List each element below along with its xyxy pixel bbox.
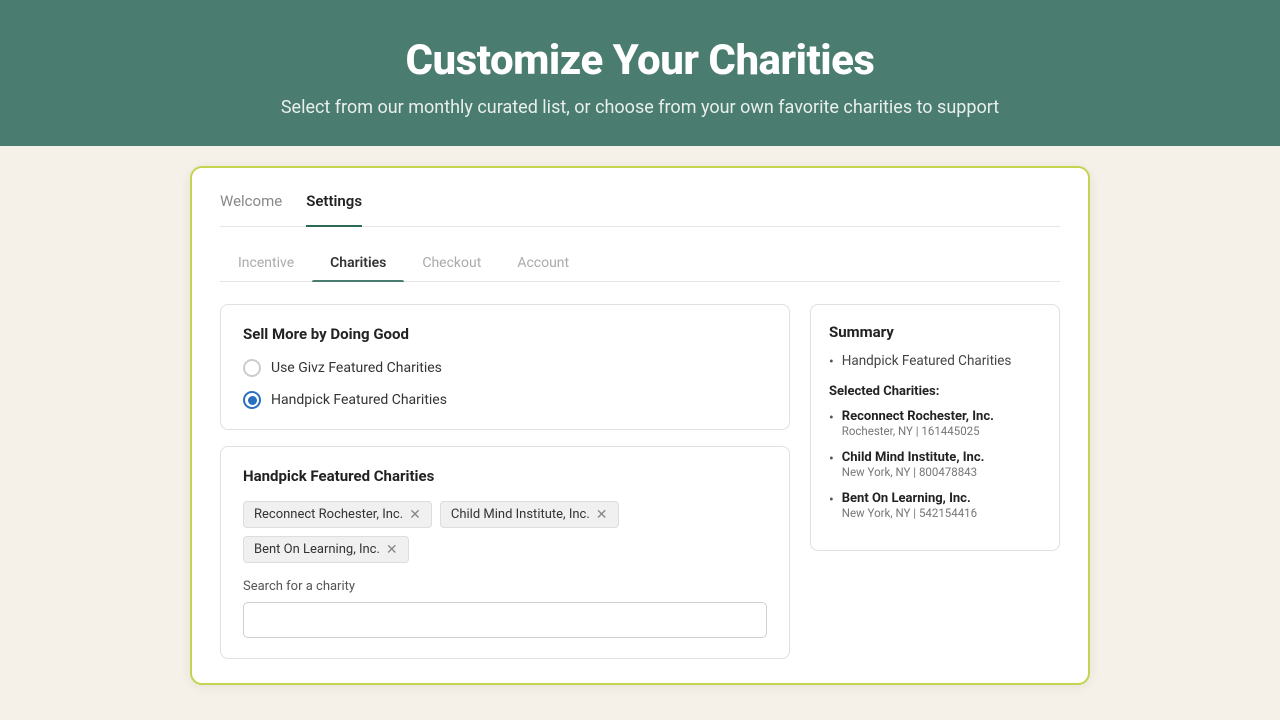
tag-close-child-mind[interactable]: ✕ [596, 508, 608, 522]
search-input[interactable] [243, 602, 767, 638]
tab-account[interactable]: Account [499, 247, 587, 281]
nav-welcome[interactable]: Welcome [220, 192, 282, 214]
content-layout: Sell More by Doing Good Use Givz Feature… [220, 304, 1060, 659]
summary-charity-info-0: Reconnect Rochester, Inc. Rochester, NY … [842, 409, 994, 438]
page-subtitle: Select from our monthly curated list, or… [281, 97, 999, 118]
summary-charity-2: • Bent On Learning, Inc. New York, NY | … [829, 491, 1041, 520]
right-panel: Summary • Handpick Featured Charities Se… [810, 304, 1060, 659]
tab-checkout[interactable]: Checkout [404, 247, 499, 281]
page-title: Customize Your Charities [406, 36, 875, 85]
summary-title: Summary [829, 323, 1041, 341]
bullet-icon-0: • [829, 410, 834, 426]
tag-close-reconnect[interactable]: ✕ [409, 508, 421, 522]
tab-charities[interactable]: Charities [312, 247, 404, 281]
bullet-icon: • [829, 354, 834, 370]
summary-charity-detail-1: New York, NY | 800478843 [842, 465, 985, 479]
summary-box: Summary • Handpick Featured Charities Se… [810, 304, 1060, 551]
search-label: Search for a charity [243, 579, 767, 594]
summary-charity-0: • Reconnect Rochester, Inc. Rochester, N… [829, 409, 1041, 438]
tab-incentive[interactable]: Incentive [220, 247, 312, 281]
nav-settings[interactable]: Settings [306, 192, 362, 227]
top-nav: Welcome Settings [220, 192, 1060, 227]
charity-mode-title: Sell More by Doing Good [243, 325, 767, 343]
summary-charity-name-0: Reconnect Rochester, Inc. [842, 409, 994, 424]
tag-label-reconnect: Reconnect Rochester, Inc. [254, 507, 403, 522]
bullet-icon-1: • [829, 451, 834, 467]
radio-circle-givz [243, 359, 261, 377]
radio-label-givz: Use Givz Featured Charities [271, 360, 442, 376]
charity-mode-section: Sell More by Doing Good Use Givz Feature… [220, 304, 790, 430]
radio-handpick[interactable]: Handpick Featured Charities [243, 391, 767, 409]
tag-child-mind: Child Mind Institute, Inc. ✕ [440, 501, 619, 528]
handpick-title: Handpick Featured Charities [243, 467, 767, 485]
left-panel: Sell More by Doing Good Use Givz Feature… [220, 304, 790, 659]
handpick-section: Handpick Featured Charities Reconnect Ro… [220, 446, 790, 659]
summary-charity-name-1: Child Mind Institute, Inc. [842, 450, 985, 465]
summary-feature-item: • Handpick Featured Charities [829, 353, 1041, 370]
summary-charity-detail-2: New York, NY | 542154416 [842, 506, 977, 520]
tag-label-bent: Bent On Learning, Inc. [254, 542, 380, 557]
tag-close-bent[interactable]: ✕ [386, 543, 398, 557]
selected-charities-label: Selected Charities: [829, 384, 1041, 399]
radio-use-givz[interactable]: Use Givz Featured Charities [243, 359, 767, 377]
summary-charity-info-2: Bent On Learning, Inc. New York, NY | 54… [842, 491, 977, 520]
summary-feature-text: Handpick Featured Charities [842, 353, 1012, 369]
tag-reconnect: Reconnect Rochester, Inc. ✕ [243, 501, 432, 528]
tag-bent: Bent On Learning, Inc. ✕ [243, 536, 409, 563]
summary-charity-name-2: Bent On Learning, Inc. [842, 491, 977, 506]
charity-mode-radio-group: Use Givz Featured Charities Handpick Fea… [243, 359, 767, 409]
charity-tags: Reconnect Rochester, Inc. ✕ Child Mind I… [243, 501, 767, 563]
header: Customize Your Charities Select from our… [0, 0, 1280, 146]
summary-charity-1: • Child Mind Institute, Inc. New York, N… [829, 450, 1041, 479]
tag-label-child-mind: Child Mind Institute, Inc. [451, 507, 590, 522]
radio-label-handpick: Handpick Featured Charities [271, 392, 447, 408]
tab-bar: Incentive Charities Checkout Account [220, 247, 1060, 282]
main-area: Welcome Settings Incentive Charities Che… [0, 146, 1280, 720]
summary-charity-info-1: Child Mind Institute, Inc. New York, NY … [842, 450, 985, 479]
radio-circle-handpick [243, 391, 261, 409]
bullet-icon-2: • [829, 492, 834, 508]
settings-card: Welcome Settings Incentive Charities Che… [190, 166, 1090, 685]
summary-charity-detail-0: Rochester, NY | 161445025 [842, 424, 994, 438]
